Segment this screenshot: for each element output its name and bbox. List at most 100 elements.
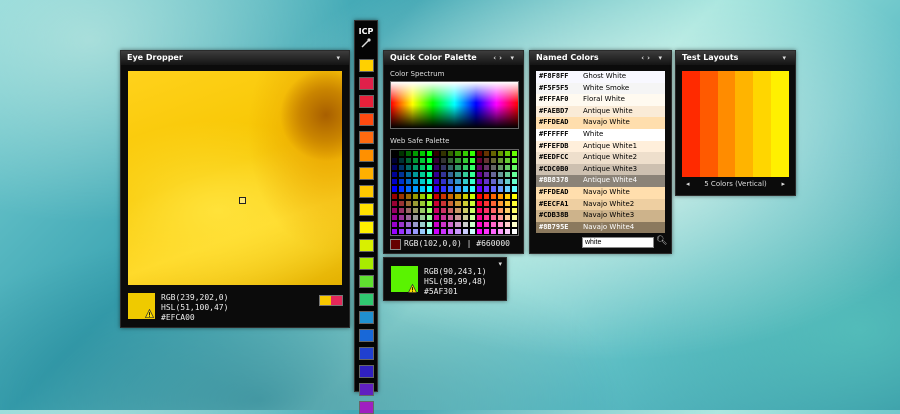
web-safe-cell[interactable] <box>440 171 448 179</box>
web-safe-cell[interactable] <box>447 199 455 207</box>
web-safe-cell[interactable] <box>398 185 406 193</box>
web-safe-cell[interactable] <box>468 157 476 165</box>
web-safe-cell[interactable] <box>391 213 399 221</box>
web-safe-cell[interactable] <box>482 199 490 207</box>
web-safe-cell[interactable] <box>475 199 483 207</box>
web-safe-cell[interactable] <box>447 164 455 172</box>
web-safe-cell[interactable] <box>461 185 469 193</box>
toolbar-swatch[interactable] <box>358 131 374 144</box>
web-safe-cell[interactable] <box>475 192 483 200</box>
web-safe-cell[interactable] <box>496 157 504 165</box>
toolbar-swatch[interactable] <box>358 149 374 162</box>
web-safe-cell[interactable] <box>468 178 476 186</box>
web-safe-cell[interactable] <box>433 178 441 186</box>
toolbar-swatch[interactable] <box>358 365 374 378</box>
web-safe-cell[interactable] <box>489 157 497 165</box>
web-safe-cell[interactable] <box>405 199 413 207</box>
web-safe-cell[interactable] <box>510 192 518 200</box>
web-safe-cell[interactable] <box>398 171 406 179</box>
web-safe-cell[interactable] <box>419 164 427 172</box>
web-safe-cell[interactable] <box>398 199 406 207</box>
web-safe-cell[interactable] <box>426 185 434 193</box>
toolbar-swatch[interactable] <box>358 203 374 216</box>
web-safe-cell[interactable] <box>419 157 427 165</box>
web-safe-cell[interactable] <box>398 164 406 172</box>
web-safe-cell[interactable] <box>468 185 476 193</box>
web-safe-cell[interactable] <box>398 157 406 165</box>
web-safe-cell[interactable] <box>503 192 511 200</box>
web-safe-cell[interactable] <box>496 185 504 193</box>
web-safe-cell[interactable] <box>475 206 483 214</box>
web-safe-cell[interactable] <box>391 157 399 165</box>
web-safe-cell[interactable] <box>482 227 490 235</box>
web-safe-cell[interactable] <box>489 185 497 193</box>
web-safe-cell[interactable] <box>447 157 455 165</box>
toolbar-swatch[interactable] <box>358 239 374 252</box>
named-color-row[interactable]: #CDB38B Navajo White3 <box>536 210 665 222</box>
web-safe-cell[interactable] <box>496 206 504 214</box>
toolbar-swatch[interactable] <box>358 167 374 180</box>
web-safe-cell[interactable] <box>405 213 413 221</box>
layout-preview[interactable] <box>682 71 789 177</box>
chevron-down-icon[interactable]: ▾ <box>498 260 502 268</box>
web-safe-cell[interactable] <box>391 220 399 228</box>
web-safe-cell[interactable] <box>489 192 497 200</box>
web-safe-cell[interactable] <box>503 199 511 207</box>
eyedropper-icon[interactable] <box>355 38 377 51</box>
web-safe-cell[interactable] <box>419 192 427 200</box>
web-safe-cell[interactable] <box>447 206 455 214</box>
web-safe-cell[interactable] <box>482 192 490 200</box>
toolbar-swatch[interactable] <box>358 383 374 396</box>
web-safe-cell[interactable] <box>454 157 462 165</box>
web-safe-cell[interactable] <box>398 206 406 214</box>
web-safe-cell[interactable] <box>468 206 476 214</box>
named-color-row[interactable]: #FFFAF0 Floral White <box>536 94 665 106</box>
web-safe-cell[interactable] <box>419 199 427 207</box>
named-color-row[interactable]: #FAEBD7 Antique White <box>536 105 665 118</box>
named-color-row[interactable]: #F5F5F5 White Smoke <box>536 82 665 95</box>
web-safe-cell[interactable] <box>391 192 399 200</box>
web-safe-cell[interactable] <box>503 213 511 221</box>
web-safe-cell[interactable] <box>440 192 448 200</box>
color-spectrum[interactable] <box>390 81 519 129</box>
web-safe-cell[interactable] <box>412 213 420 221</box>
web-safe-cell[interactable] <box>391 227 399 235</box>
web-safe-cell[interactable] <box>461 171 469 179</box>
web-safe-cell[interactable] <box>496 171 504 179</box>
prev-layout-button[interactable]: ◂ <box>686 180 690 188</box>
web-safe-cell[interactable] <box>510 171 518 179</box>
web-safe-cell[interactable] <box>489 164 497 172</box>
web-safe-cell[interactable] <box>447 150 455 158</box>
web-safe-cell[interactable] <box>398 213 406 221</box>
web-safe-cell[interactable] <box>496 150 504 158</box>
web-safe-cell[interactable] <box>412 171 420 179</box>
web-safe-cell[interactable] <box>447 185 455 193</box>
web-safe-cell[interactable] <box>426 164 434 172</box>
web-safe-cell[interactable] <box>412 185 420 193</box>
chevron-down-icon[interactable]: ▾ <box>336 51 343 65</box>
web-safe-cell[interactable] <box>405 206 413 214</box>
web-safe-cell[interactable] <box>419 220 427 228</box>
web-safe-cell[interactable] <box>405 157 413 165</box>
web-safe-cell[interactable] <box>426 192 434 200</box>
web-safe-cell[interactable] <box>419 150 427 158</box>
web-safe-cell[interactable] <box>468 213 476 221</box>
web-safe-cell[interactable] <box>482 178 490 186</box>
web-safe-cell[interactable] <box>482 157 490 165</box>
web-safe-cell[interactable] <box>454 199 462 207</box>
web-safe-cell[interactable] <box>405 227 413 235</box>
named-colors-title-bar[interactable]: Named Colors ‹› ▾ <box>530 51 671 65</box>
web-safe-cell[interactable] <box>440 178 448 186</box>
quick-palette-title-bar[interactable]: Quick Color Palette ‹› ▾ <box>384 51 523 65</box>
web-safe-cell[interactable] <box>475 164 483 172</box>
web-safe-cell[interactable] <box>496 199 504 207</box>
web-safe-cell[interactable] <box>440 220 448 228</box>
web-safe-cell[interactable] <box>496 227 504 235</box>
web-safe-cell[interactable] <box>454 213 462 221</box>
web-safe-cell[interactable] <box>433 199 441 207</box>
web-safe-cell[interactable] <box>454 192 462 200</box>
panel-controls-icon[interactable]: ‹› ▾ <box>493 51 517 65</box>
web-safe-cell[interactable] <box>461 206 469 214</box>
web-safe-cell[interactable] <box>391 185 399 193</box>
web-safe-cell[interactable] <box>510 178 518 186</box>
